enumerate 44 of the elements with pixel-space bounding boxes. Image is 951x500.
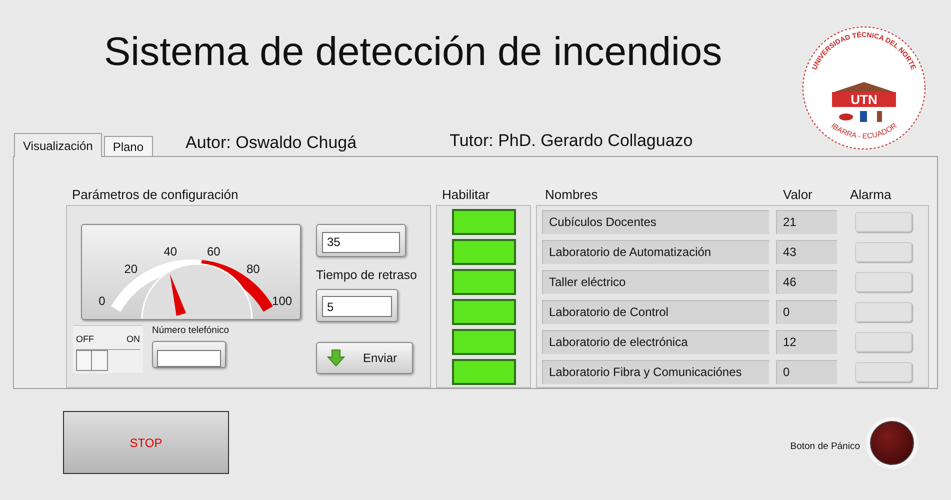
column-heading: Valor xyxy=(783,186,814,204)
panic-button[interactable] xyxy=(870,420,914,464)
zone-name: Cubículos Docentes xyxy=(542,210,769,234)
off-label: OFF xyxy=(76,334,94,344)
tab[interactable]: Plano xyxy=(104,136,153,156)
logo-initials: UTN xyxy=(850,92,878,107)
emblem-banner-drawing xyxy=(832,82,896,107)
panic-label: Boton de Pánico xyxy=(790,440,860,454)
section-heading: Parámetros de configuración xyxy=(71,186,240,204)
zone-value: 21 xyxy=(776,210,837,234)
column-heading: Nombres xyxy=(545,186,599,204)
zone-name: Taller eléctrico xyxy=(542,270,769,294)
column-heading: Habilitar xyxy=(441,186,491,204)
zone-value: 0 xyxy=(776,300,837,324)
on-label: ON xyxy=(126,334,140,344)
enable-indicator[interactable] xyxy=(452,239,516,265)
threshold-field[interactable]: 35 xyxy=(316,224,406,257)
send-button[interactable]: Enviar xyxy=(316,342,413,374)
phone-label: Número telefónico xyxy=(152,325,230,337)
tutor-label: Tutor: PhD. Gerardo Collaguazo xyxy=(450,130,693,152)
tab[interactable]: Visualización xyxy=(14,133,102,157)
zone-name: Laboratorio de Control xyxy=(542,300,769,324)
zone-name: Laboratorio de Automatización xyxy=(542,240,769,264)
delay-field[interactable]: 5 xyxy=(316,288,398,322)
zone-value: 46 xyxy=(776,270,837,294)
column-heading: Alarma xyxy=(850,186,892,204)
enable-indicator[interactable] xyxy=(452,359,516,385)
delay-label: Tiempo de retraso xyxy=(316,267,417,284)
zone-value: 12 xyxy=(776,330,837,354)
enable-indicator[interactable] xyxy=(452,209,516,235)
enable-indicator[interactable] xyxy=(452,299,516,325)
zone-value: 43 xyxy=(776,240,837,264)
page-title: Sistema de detección de incendios xyxy=(104,29,722,76)
enable-indicator[interactable] xyxy=(452,269,516,295)
zone-value: 0 xyxy=(776,360,837,384)
zone-name: Laboratorio Fibra y Comunicaciónes xyxy=(542,360,769,384)
toggle-switch[interactable]: OFF ON xyxy=(73,325,143,373)
zone-name: Laboratorio de electrónica xyxy=(542,330,769,354)
emblem-symbols-drawing xyxy=(839,111,882,122)
down-arrow-icon xyxy=(327,348,345,367)
author-label: Autor: Oswaldo Chugá xyxy=(186,132,357,154)
enable-indicator[interactable] xyxy=(452,329,516,355)
phone-field[interactable] xyxy=(152,341,226,368)
temperature-gauge: 0 20 40 60 80 100 xyxy=(81,224,301,320)
